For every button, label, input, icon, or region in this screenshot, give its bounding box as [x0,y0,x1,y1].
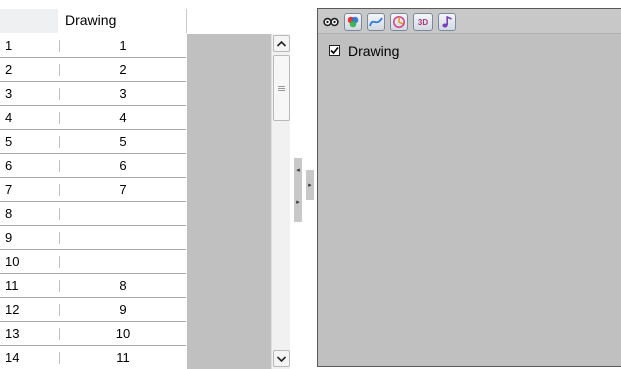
xsheet-row[interactable]: 12 9 [0,298,186,322]
expand-right-icon[interactable]: ▸ [294,196,302,208]
drawing-cell[interactable]: 8 [60,274,186,297]
panel-splitter[interactable]: ◂ ▸ [290,0,306,369]
xsheet-row[interactable]: 11 [0,34,186,58]
frame-number: 12 [5,302,20,317]
effect-icon [393,16,405,28]
color-icon [347,16,359,28]
collapse-left-icon[interactable]: ◂ [294,164,302,176]
xsheet-row[interactable]: 66 [0,154,186,178]
sound-button[interactable] [438,13,456,31]
3d-icon: 3D [417,17,429,27]
drawing-cell[interactable] [60,202,186,225]
xsheet-row[interactable]: 33 [0,82,186,106]
frame-number: 4 [5,110,13,125]
scroll-up-button[interactable] [273,35,290,52]
drawing-cell[interactable] [60,250,186,273]
effect-button[interactable] [390,13,408,31]
drawing-cell[interactable]: 6 [60,154,186,177]
frame-number: 6 [5,158,13,173]
grip-icon [278,85,285,91]
drawing-cell[interactable]: 4 [60,106,186,129]
frame-number: 14 [5,350,20,365]
frame-number: 1 [5,38,13,53]
frame-number: 2 [5,62,13,77]
vertical-scrollbar[interactable] [271,34,290,369]
column-header-drawing[interactable]: Drawing [59,9,187,33]
drawing-cell[interactable]: 7 [60,178,186,201]
frame-number: 3 [5,86,13,101]
xsheet-row[interactable]: 77 [0,178,186,202]
timeline-frame: 3D Drawing [317,8,621,367]
xsheet-header-empty-area [187,0,271,34]
xsheet-row[interactable]: 10 [0,250,186,274]
xsheet-rows: 1 1 2 2 3 3 4 4 5 5 6 6 7 7 8 9 10 11 8 12 9 13 10 14 11 [0,34,186,369]
color-button[interactable] [344,13,362,31]
xsheet-row[interactable]: 8 [0,202,186,226]
xsheet-row[interactable]: 55 [0,130,186,154]
layer-enable-checkbox[interactable] [329,45,340,56]
chevron-down-icon [277,355,286,362]
xsheet-row[interactable]: 22 [0,58,186,82]
checkmark-icon [330,46,339,55]
drawing-cell[interactable]: 2 [60,58,186,81]
xsheet-row[interactable]: 9 [0,226,186,250]
xsheet-row[interactable]: 11 8 [0,274,186,298]
show-all-icon [323,17,339,27]
drawing-cell[interactable]: 10 [60,322,186,345]
drawing-cell[interactable]: 9 [60,298,186,321]
frame-number: 8 [5,206,13,221]
scroll-down-button[interactable] [273,350,290,367]
curve-icon [369,17,383,27]
frame-number: 13 [5,326,20,341]
drawing-cell[interactable]: 5 [60,130,186,153]
chevron-up-icon [277,40,286,47]
3d-button[interactable]: 3D [413,13,433,31]
layer-name: Drawing [348,43,400,59]
frame-number: 9 [5,230,13,245]
frame-number: 5 [5,134,13,149]
show-all-button[interactable] [322,13,340,31]
splitter-handle[interactable]: ◂ ▸ [294,158,302,222]
xsheet-row[interactable]: 44 [0,106,186,130]
drawing-cell[interactable]: 3 [60,82,186,105]
timeline-collapse-tab[interactable]: ▸ [306,170,314,200]
xsheet-empty-area [187,34,271,369]
xsheet-row[interactable]: 13 10 [0,322,186,346]
column-header-label: Drawing [65,12,117,28]
exposure-sheet: Drawing 1 1 2 2 3 3 4 4 5 5 6 6 7 7 8 9 10 11 8 12 9 13 10 14 11 [0,0,290,369]
timeline-toolbar: 3D [318,9,621,34]
drawing-cell[interactable]: 1 [60,34,186,57]
frame-number: 10 [5,254,20,269]
sound-icon [442,15,452,28]
timeline-panel: ▸ 3D Drawing [306,0,621,369]
xsheet-row[interactable]: 14 11 [0,346,186,369]
frame-number: 7 [5,182,13,197]
scroll-thumb[interactable] [273,55,290,121]
curve-button[interactable] [367,13,385,31]
frame-number-header [0,9,58,33]
frame-number: 11 [5,278,19,293]
drawing-cell[interactable] [60,226,186,249]
drawing-cell[interactable]: 11 [60,346,186,369]
